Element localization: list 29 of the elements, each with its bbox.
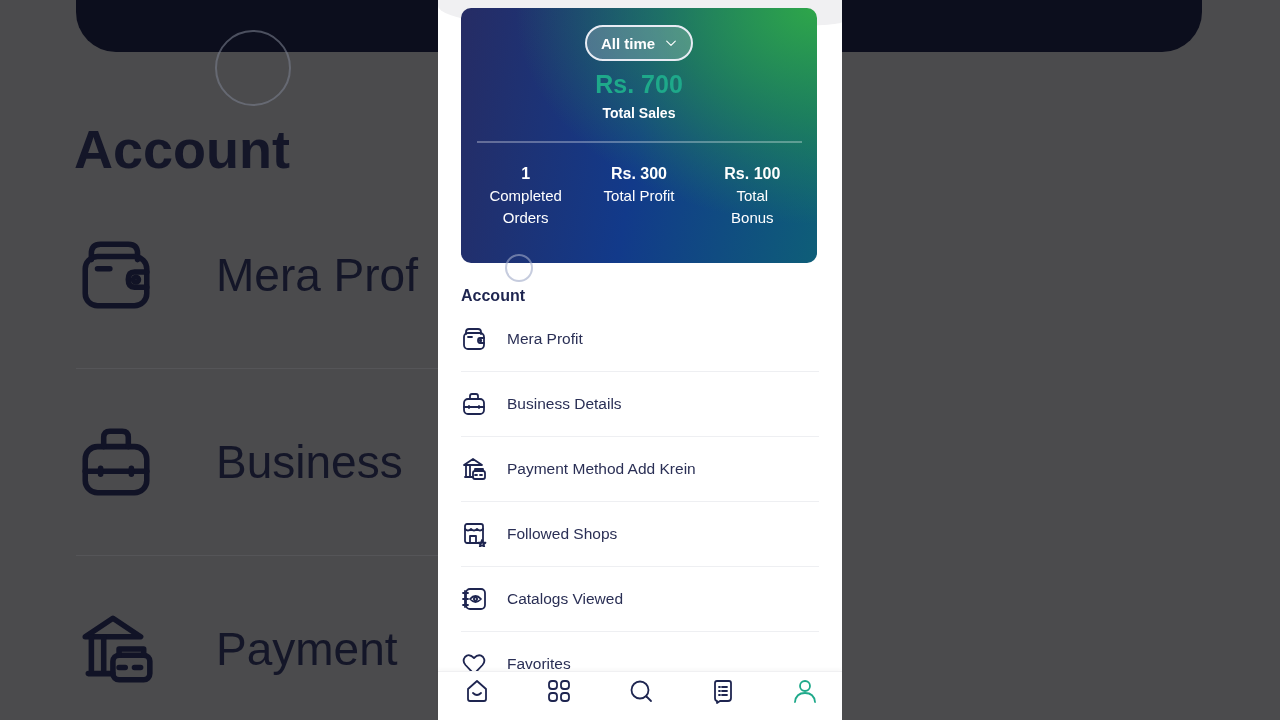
bank-card-icon xyxy=(461,456,487,482)
stat-label: Total Profit xyxy=(602,186,676,206)
profile-icon xyxy=(792,678,818,704)
touch-indicator xyxy=(505,254,533,282)
menu-item[interactable]: Catalogs Viewed xyxy=(461,567,819,632)
heart-icon xyxy=(461,651,487,671)
briefcase-icon xyxy=(461,391,487,417)
grid-icon xyxy=(546,678,572,704)
stat-value: Rs. 100 xyxy=(724,164,781,184)
stat-value: 1 xyxy=(521,164,531,184)
wallet-icon xyxy=(461,326,487,352)
period-dropdown[interactable]: All time xyxy=(584,25,694,61)
menu-item[interactable]: Payment Method Add Krein xyxy=(461,437,819,502)
stat-label: Completed Orders xyxy=(488,186,563,228)
stat-value: Rs. 300 xyxy=(610,164,667,184)
total-sales-amount: Rs. 700 xyxy=(595,69,683,99)
menu-item[interactable]: Mera Profit xyxy=(461,307,819,372)
menu-item-label: Payment xyxy=(216,622,398,676)
menu-item-label: Business xyxy=(216,435,403,489)
menu-item-label: Mera Prof xyxy=(216,248,418,302)
menu-item[interactable]: Business Details xyxy=(461,372,819,437)
total-sales-label: Total Sales xyxy=(602,104,676,123)
search-icon xyxy=(628,678,654,704)
home-icon xyxy=(464,678,490,704)
catalog-eye-icon xyxy=(461,586,487,612)
section-heading: Account xyxy=(74,118,291,181)
section-heading: Account xyxy=(461,286,526,306)
menu-item[interactable]: Followed Shops xyxy=(461,502,819,567)
stat-label: Total Bonus xyxy=(730,186,775,228)
